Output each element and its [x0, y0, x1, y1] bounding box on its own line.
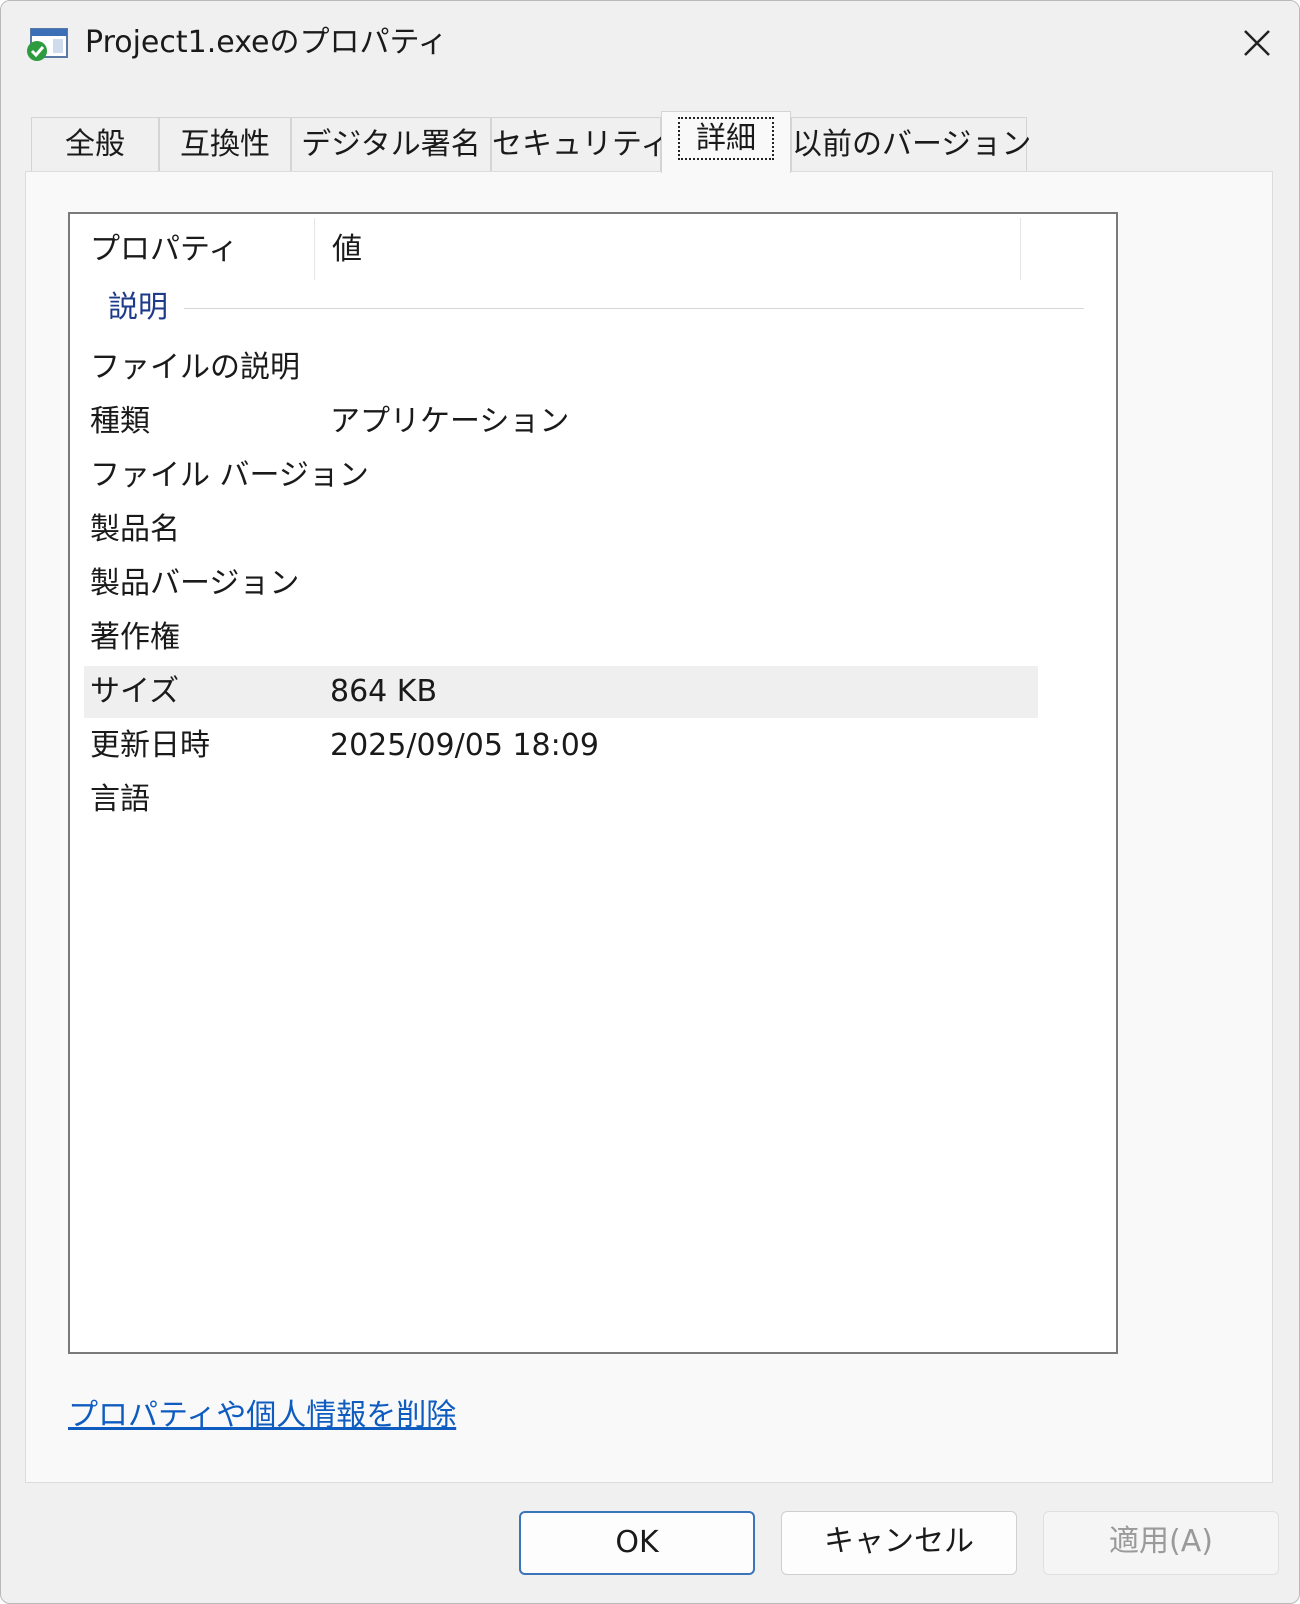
tab-previous-versions[interactable]: 以前のバージョン [791, 117, 1031, 171]
ok-button[interactable]: OK [519, 1511, 755, 1575]
column-header-property[interactable]: プロパティ [90, 216, 238, 284]
table-row[interactable]: 著作権 [84, 612, 1038, 664]
tab-details[interactable]: 詳細 [661, 111, 791, 173]
properties-dialog: Project1.exeのプロパティ 全般 互換性 デジタル署名 セキュリティ … [0, 0, 1300, 1604]
property-name: 言語 [90, 782, 150, 817]
close-icon [1244, 30, 1270, 56]
tab-security[interactable]: セキュリティ [491, 117, 670, 171]
column-divider[interactable] [1020, 218, 1021, 280]
property-name: 更新日時 [90, 728, 210, 763]
property-name: 著作権 [90, 620, 180, 655]
tab-compatibility[interactable]: 互換性 [159, 117, 291, 171]
property-name: 製品名 [90, 512, 180, 547]
cancel-button[interactable]: キャンセル [781, 1511, 1017, 1575]
table-row[interactable]: 製品名 [84, 504, 1038, 556]
group-header-description: 説明 [108, 286, 1084, 330]
apply-button[interactable]: 適用(A) [1043, 1511, 1279, 1575]
property-name: サイズ [90, 674, 180, 709]
group-divider [184, 308, 1084, 309]
close-button[interactable] [1227, 15, 1287, 71]
property-name: 製品バージョン [90, 566, 300, 601]
property-value: 2025/09/05 18:09 [330, 728, 599, 763]
property-name: ファイルの説明 [90, 350, 300, 385]
table-row[interactable]: 種類 アプリケーション [84, 396, 1038, 448]
window-title: Project1.exeのプロパティ [85, 25, 448, 60]
table-row[interactable]: サイズ 864 KB [84, 666, 1038, 718]
column-divider[interactable] [314, 218, 315, 280]
details-panel: プロパティ 値 説明 ファイルの説明 種類 アプリケーション ファイル バージョ… [25, 171, 1273, 1483]
table-row[interactable]: ファイルの説明 [84, 342, 1038, 394]
property-name: ファイル バージョン [90, 458, 369, 493]
property-name: 種類 [90, 404, 150, 439]
property-value: 864 KB [330, 674, 438, 709]
tab-general[interactable]: 全般 [31, 117, 159, 171]
details-list[interactable]: プロパティ 値 説明 ファイルの説明 種類 アプリケーション ファイル バージョ… [68, 212, 1118, 1354]
table-row[interactable]: 製品バージョン [84, 558, 1038, 610]
group-label: 説明 [108, 290, 168, 325]
column-header-value[interactable]: 値 [332, 216, 362, 284]
table-row[interactable]: 更新日時 2025/09/05 18:09 [84, 720, 1038, 772]
table-row[interactable]: ファイル バージョン [84, 450, 1038, 502]
title-bar: Project1.exeのプロパティ [1, 1, 1299, 91]
property-value: アプリケーション [330, 404, 570, 439]
table-row[interactable]: 言語 [84, 774, 1038, 826]
remove-properties-link[interactable]: プロパティや個人情報を削除 [68, 1394, 456, 1438]
exe-file-icon [23, 27, 71, 63]
tab-digital-signatures[interactable]: デジタル署名 [291, 117, 491, 171]
